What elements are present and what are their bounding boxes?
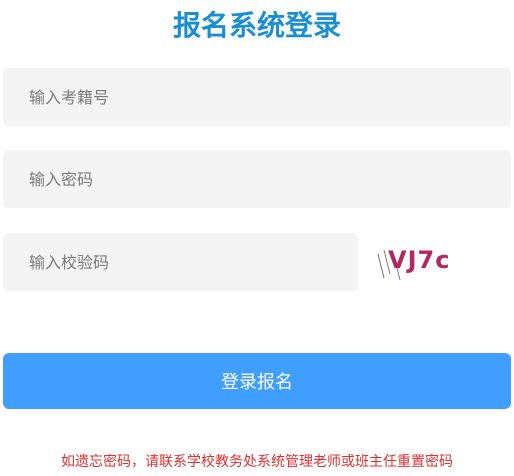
login-button[interactable]: 登录报名 — [3, 353, 511, 409]
captcha-text: VJ7c — [388, 246, 450, 274]
page-title: 报名系统登录 — [172, 9, 341, 42]
username-input[interactable] — [29, 87, 511, 107]
username-field[interactable] — [3, 68, 511, 126]
captcha-image[interactable]: VJ7c — [374, 234, 466, 284]
password-input[interactable] — [29, 169, 511, 189]
password-field[interactable] — [3, 150, 511, 208]
forgot-password-notice: 如遗忘密码，请联系学校教务处系统管理老师或班主任重置密码 — [61, 454, 453, 470]
captcha-noise-line — [377, 253, 385, 279]
verify-code-field[interactable] — [3, 233, 358, 291]
verify-code-input[interactable] — [29, 252, 358, 272]
